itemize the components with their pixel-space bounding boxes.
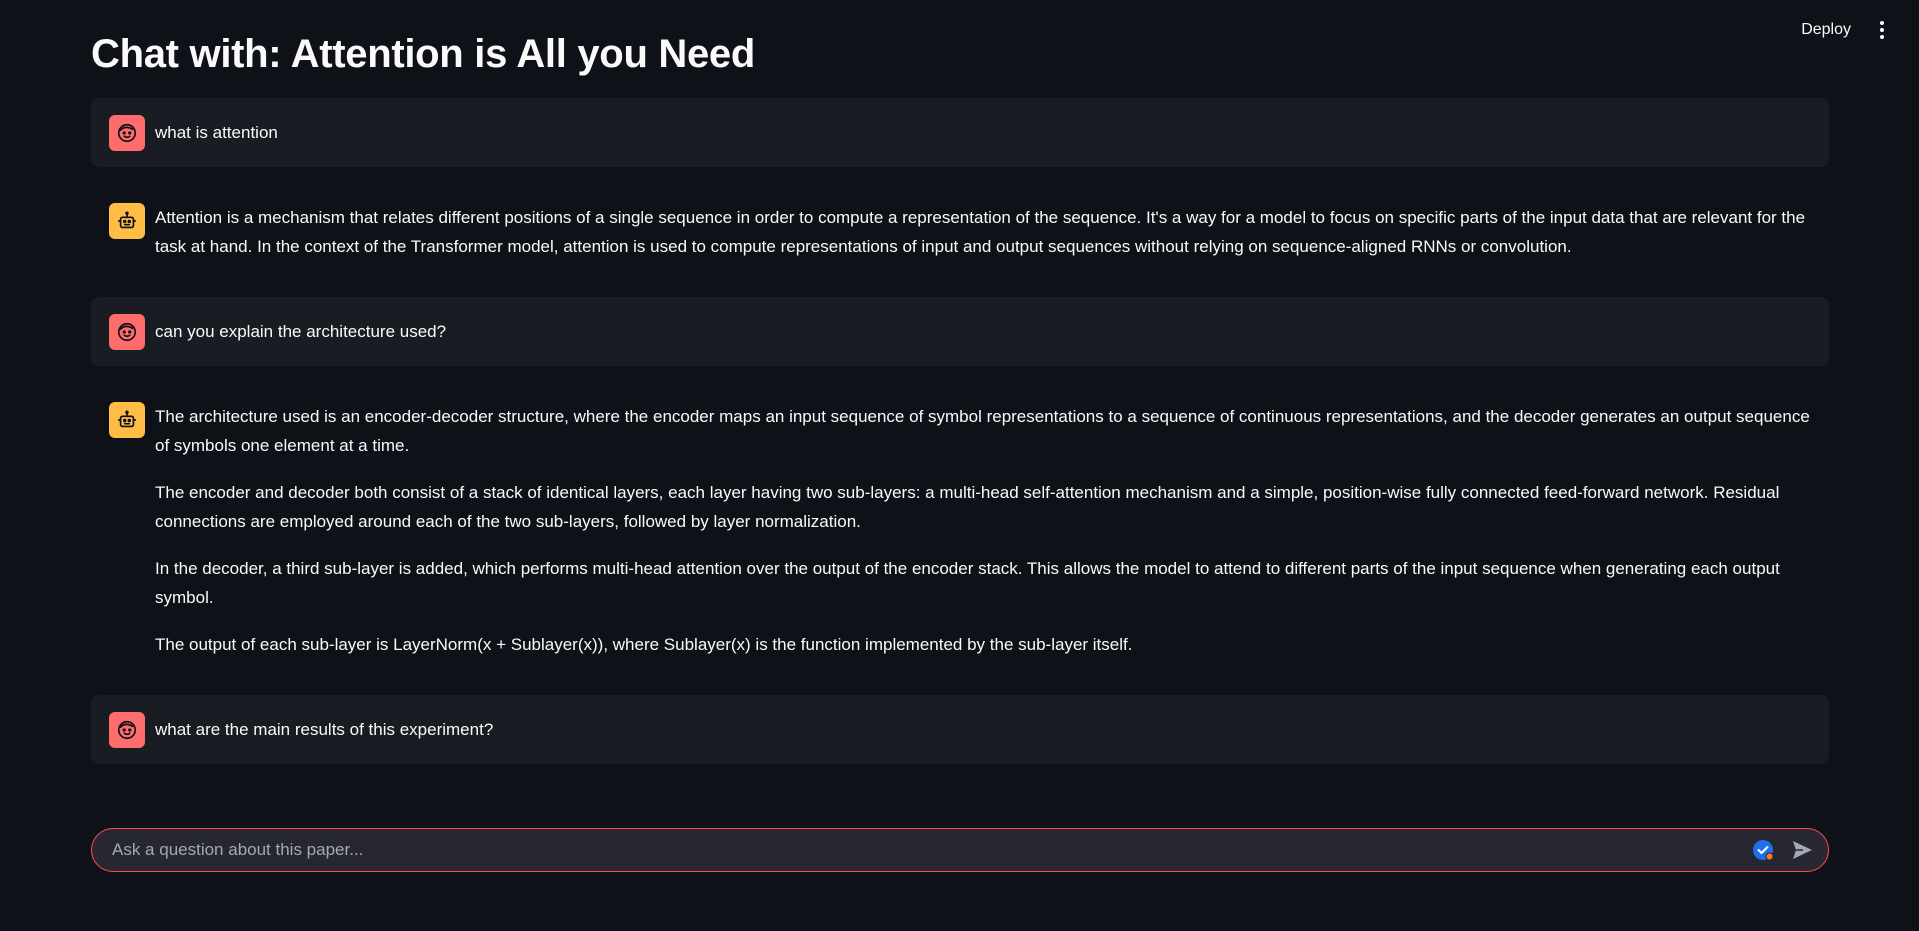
- kebab-menu-icon[interactable]: [1875, 21, 1889, 39]
- chat-input[interactable]: [110, 839, 1752, 861]
- message-text: what is attention: [155, 123, 278, 142]
- message-paragraph: The architecture used is an encoder-deco…: [155, 407, 1810, 455]
- user-message: what is attention: [91, 98, 1829, 167]
- assistant-message: The architecture used is an encoder-deco…: [91, 384, 1829, 677]
- grammar-check-icon[interactable]: [1752, 839, 1774, 861]
- send-icon[interactable]: [1790, 838, 1814, 862]
- robot-icon: [109, 402, 145, 438]
- robot-icon: [109, 203, 145, 239]
- user-face-icon: [109, 711, 145, 748]
- user-message: can you explain the architecture used?: [91, 297, 1829, 366]
- assistant-message: Attention is a mechanism that relates di…: [91, 185, 1829, 279]
- user-face-icon: [109, 114, 145, 151]
- chat-input-container[interactable]: [91, 828, 1829, 872]
- message-text: what are the main results of this experi…: [155, 720, 494, 739]
- user-message: what are the main results of this experi…: [91, 695, 1829, 764]
- message-text: The architecture used is an encoder-deco…: [155, 402, 1811, 659]
- message-paragraph: The output of each sub-layer is LayerNor…: [155, 635, 1133, 654]
- main-content: Chat with: Attention is All you Need wha…: [91, 0, 1829, 782]
- message-text: Attention is a mechanism that relates di…: [155, 203, 1811, 261]
- user-face-icon: [109, 313, 145, 350]
- page-title: Chat with: Attention is All you Need: [91, 32, 756, 76]
- message-paragraph: In the decoder, a third sub-layer is add…: [155, 559, 1780, 607]
- message-text: can you explain the architecture used?: [155, 322, 447, 341]
- message-paragraph: Attention is a mechanism that relates di…: [155, 208, 1806, 256]
- chat-messages: what is attention Attention is a mechani…: [91, 98, 1829, 764]
- message-paragraph: The encoder and decoder both consist of …: [155, 483, 1780, 531]
